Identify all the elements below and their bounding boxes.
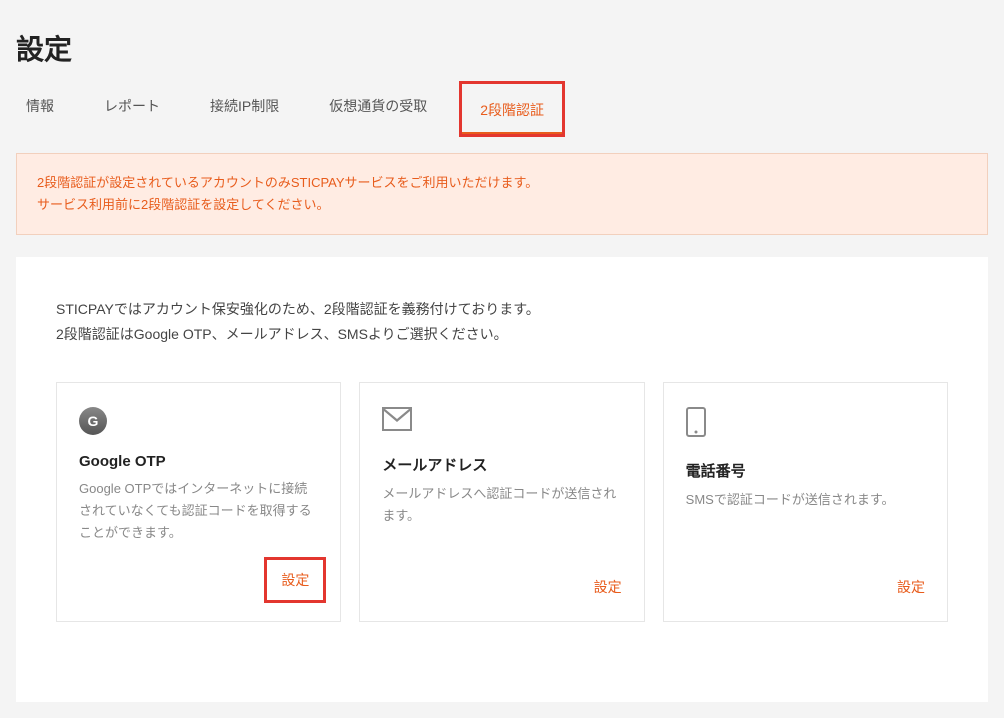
tab-info[interactable]: 情報 xyxy=(16,86,64,137)
tabs-nav: 情報 レポート 接続IP制限 仮想通貨の受取 2段階認証 xyxy=(0,68,1004,137)
phone-icon xyxy=(686,407,925,442)
auth-method-cards: Google OTP Google OTPではインターネットに接続されていなくて… xyxy=(56,382,948,622)
card-email-title: メールアドレス xyxy=(382,454,621,475)
card-email: メールアドレス メールアドレスへ認証コードが送信されます。 設定 xyxy=(359,382,644,622)
tab-ip-restriction[interactable]: 接続IP制限 xyxy=(200,86,289,137)
card-google-otp: Google OTP Google OTPではインターネットに接続されていなくて… xyxy=(56,382,341,622)
tab-report[interactable]: レポート xyxy=(94,86,170,137)
setup-phone-button[interactable]: 設定 xyxy=(686,577,925,597)
notice-line-1: 2段階認証が設定されているアカウントのみSTICPAYサービスをご利用いただけま… xyxy=(37,172,967,194)
card-phone-title: 電話番号 xyxy=(686,460,925,481)
card-google-desc: Google OTPではインターネットに接続されていなくても認証コードを取得する… xyxy=(79,478,318,563)
intro-text: STICPAYではアカウント保安強化のため、2段階認証を義務付けております。 2… xyxy=(56,297,948,347)
card-email-desc: メールアドレスへ認証コードが送信されます。 xyxy=(382,483,621,577)
google-icon xyxy=(79,407,318,435)
intro-line-1: STICPAYではアカウント保安強化のため、2段階認証を義務付けております。 xyxy=(56,297,948,322)
main-panel: STICPAYではアカウント保安強化のため、2段階認証を義務付けております。 2… xyxy=(16,257,988,701)
setup-google-otp-button[interactable]: 設定 xyxy=(264,557,326,603)
tab-two-factor-auth[interactable]: 2段階認証 xyxy=(459,81,565,137)
page-title: 設定 xyxy=(0,0,1004,68)
card-phone: 電話番号 SMSで認証コードが送信されます。 設定 xyxy=(663,382,948,622)
card-phone-desc: SMSで認証コードが送信されます。 xyxy=(686,489,925,577)
intro-line-2: 2段階認証はGoogle OTP、メールアドレス、SMSよりご選択ください。 xyxy=(56,322,948,347)
mail-icon xyxy=(382,407,621,436)
tab-crypto-receive[interactable]: 仮想通貨の受取 xyxy=(319,86,437,137)
notice-banner: 2段階認証が設定されているアカウントのみSTICPAYサービスをご利用いただけま… xyxy=(16,153,988,235)
card-google-title: Google OTP xyxy=(79,453,318,470)
notice-line-2: サービス利用前に2段階認証を設定してください。 xyxy=(37,194,967,216)
setup-email-button[interactable]: 設定 xyxy=(382,577,621,597)
